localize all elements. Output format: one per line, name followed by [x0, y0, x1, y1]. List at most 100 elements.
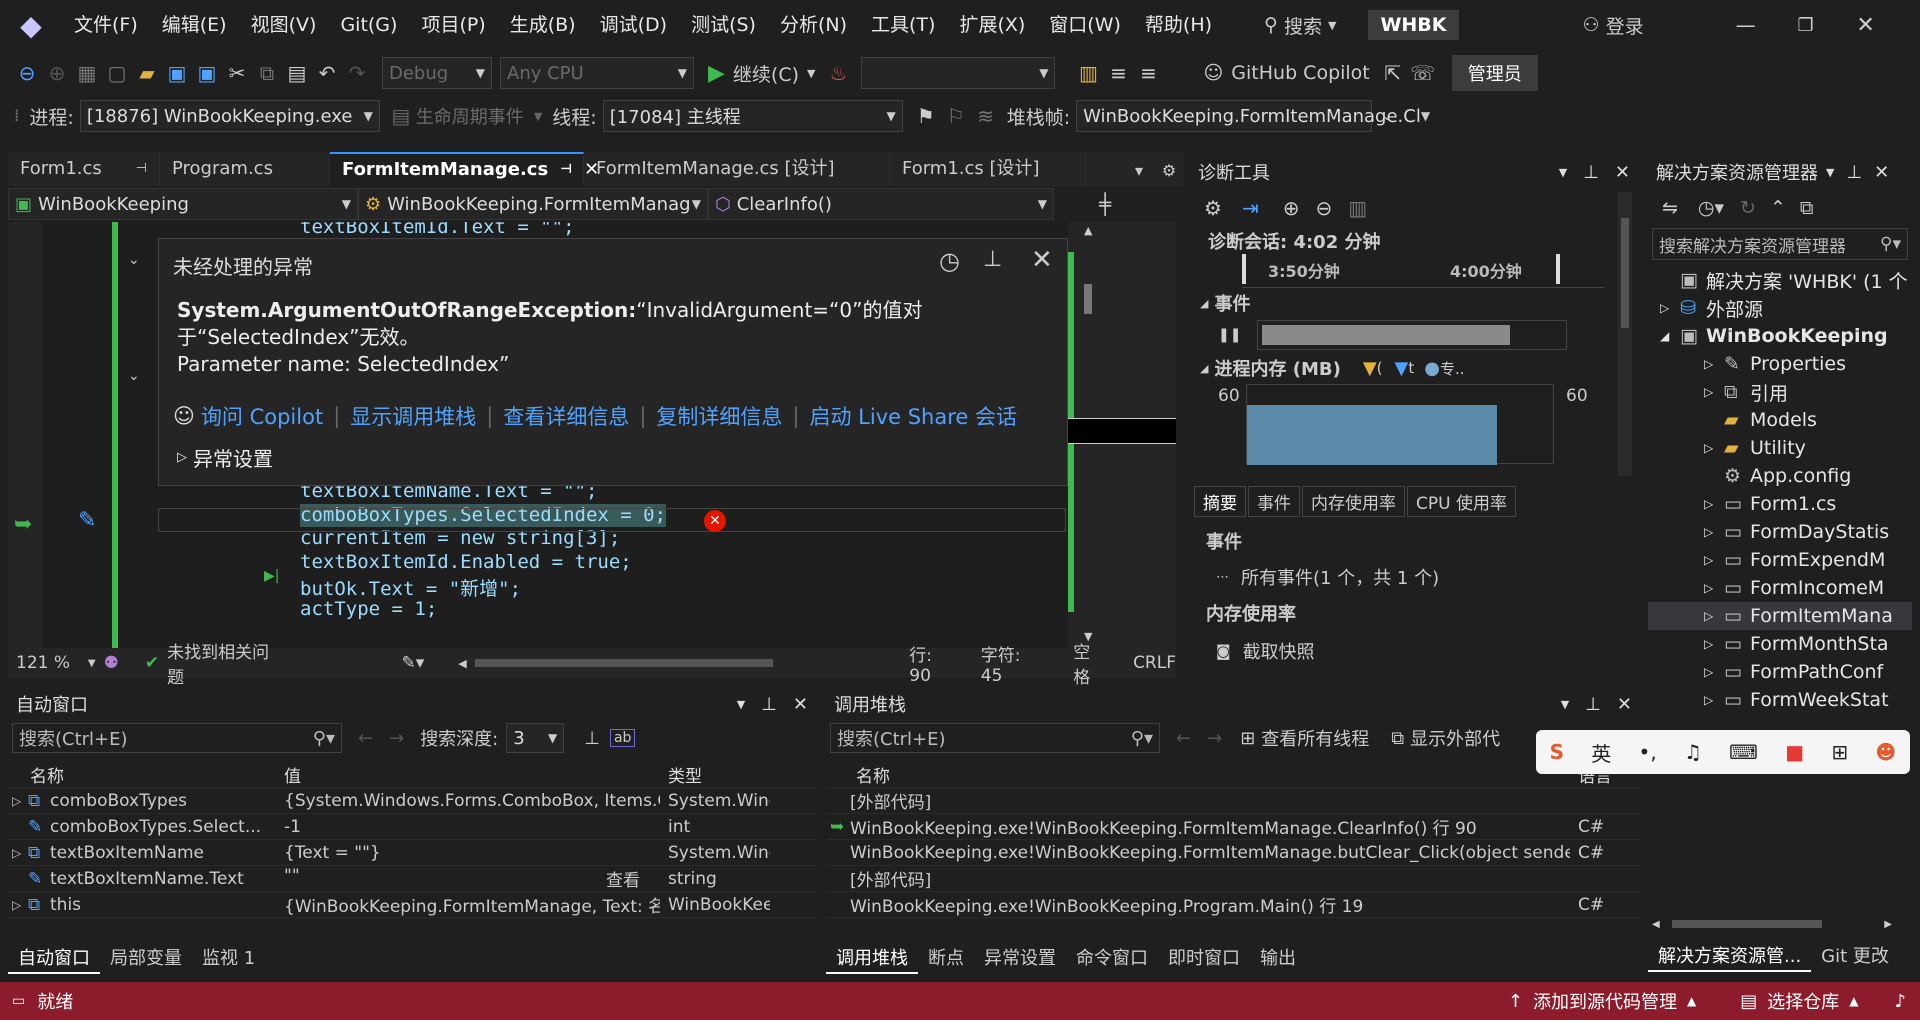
navigate-back-icon[interactable]: ⊖	[12, 57, 42, 89]
menu-item[interactable]: 窗口(W)	[1037, 0, 1133, 50]
expand-arrow-icon[interactable]: ▷	[1704, 693, 1724, 707]
hex-display-icon[interactable]: ab	[609, 729, 636, 747]
expand-arrow-icon[interactable]: ◢	[1660, 329, 1680, 343]
solution-search-input[interactable]: 搜索解决方案资源管理器 ⚲▾	[1652, 228, 1908, 260]
menu-item[interactable]: 分析(N)	[768, 0, 859, 50]
ask-copilot-link[interactable]: 询问 Copilot	[201, 401, 323, 431]
pause-icon[interactable]: ❚❚	[1218, 327, 1241, 343]
show-call-stack-link[interactable]: 显示调用堆栈	[350, 401, 476, 431]
toolbar-overflow-icon[interactable]: ⌄	[1372, 100, 1402, 132]
table-row[interactable]: ➥ WinBookKeeping.exe!WinBookKeeping.FormI…	[826, 814, 1640, 840]
stack-frame-select[interactable]: WinBookKeeping.FormItemManage.Cl ▼	[1076, 100, 1430, 132]
chevron-down-icon[interactable]: ▼	[737, 698, 745, 711]
copy-icon[interactable]: ⧉	[1800, 197, 1814, 219]
expand-arrow-icon[interactable]: ▷	[8, 794, 28, 808]
tree-item[interactable]: ▷ ▰ Utility	[1648, 434, 1912, 462]
chevron-down-icon[interactable]: ▼	[1826, 166, 1834, 179]
solution-hscroll[interactable]: ◀ ▶	[1652, 918, 1892, 930]
tree-item[interactable]: ▷ ⧉ 引用	[1648, 378, 1912, 406]
pin-icon[interactable]: ⊥	[1846, 162, 1862, 183]
collapse-all-icon[interactable]: ⌃	[1770, 197, 1786, 219]
github-copilot-button[interactable]: ☺ GitHub Copilot	[1203, 62, 1369, 84]
expand-arrow-icon[interactable]: ▷	[1704, 525, 1724, 539]
search-depth-select[interactable]: 3 ▼	[506, 723, 565, 753]
call-stack-tab[interactable]: 断点	[918, 944, 974, 974]
collapse-arrow-icon[interactable]: ⌄	[128, 368, 140, 384]
zoom-select[interactable]: 121 % ▼	[8, 653, 104, 673]
platform-select[interactable]: Any CPU ▼	[500, 57, 694, 89]
autos-tab[interactable]: 自动窗口	[8, 944, 100, 974]
solution-explorer-icon[interactable]: ▥	[1073, 57, 1103, 89]
menu-item[interactable]: 视图(V)	[239, 0, 329, 50]
save-all-icon[interactable]: ▣	[192, 57, 222, 89]
diag-vscroll[interactable]	[1618, 192, 1632, 476]
view-button[interactable]: 查看	[606, 866, 640, 891]
punctuation-icon[interactable]: •,	[1639, 740, 1657, 764]
member-select[interactable]: ⬡ ClearInfo() ▼	[708, 188, 1054, 220]
close-popup-button[interactable]: ✕	[1031, 245, 1053, 275]
lifecycle-events-icon[interactable]: ▤	[386, 100, 416, 132]
call-stack-tab[interactable]: 输出	[1250, 944, 1306, 974]
save-icon[interactable]: ▣	[162, 57, 192, 89]
microphone-icon[interactable]: ♫	[1684, 740, 1702, 764]
call-stack-search-input[interactable]: 搜索(Ctrl+E) ⚲▾	[830, 723, 1160, 753]
ime-language-toggle[interactable]: 英	[1591, 738, 1611, 767]
keyboard-icon[interactable]: ⌨	[1729, 740, 1758, 764]
horizontal-scrollbar[interactable]	[474, 659, 774, 667]
show-threads-icon[interactable]: ≋	[971, 100, 1001, 132]
flag-thread-icon[interactable]: ⚐	[941, 100, 971, 132]
pin-icon[interactable]: ⊥	[761, 694, 777, 715]
notifications-icon[interactable]: ♪	[1895, 991, 1907, 1012]
chevron-down-icon[interactable]: ▼	[1559, 166, 1567, 179]
expand-arrow-icon[interactable]: ▷	[1704, 385, 1724, 399]
toolbox-icon[interactable]: ⊞	[1831, 740, 1848, 764]
copy-details-link[interactable]: 复制详细信息	[656, 401, 782, 431]
expand-arrow-icon[interactable]: ▷	[1704, 665, 1724, 679]
class-select[interactable]: ⚙ WinBookKeeping.FormItemManag ▼	[358, 188, 708, 220]
new-project-icon[interactable]: ▦	[72, 57, 102, 89]
menu-item[interactable]: 项目(P)	[409, 0, 497, 50]
autos-search-input[interactable]: 搜索(Ctrl+E) ⚲▾	[12, 723, 342, 753]
tree-item[interactable]: ▷ ▭ Form1.cs	[1648, 490, 1912, 518]
diag-tab[interactable]: 事件	[1248, 486, 1300, 517]
export-icon[interactable]: ⇥	[1242, 196, 1259, 220]
pin-icon[interactable]: ⊥	[1583, 162, 1599, 183]
search-next-icon[interactable]: →	[389, 728, 404, 749]
menu-item[interactable]: 帮助(H)	[1133, 0, 1224, 50]
call-stack-tab[interactable]: 调用堆栈	[826, 944, 918, 974]
expand-arrow-icon[interactable]: ▷	[8, 898, 28, 912]
flag-icon[interactable]: ⚑	[911, 100, 941, 132]
continue-button[interactable]: ▶ 继续(C) ▼	[708, 60, 815, 87]
events-section-header[interactable]: ◢ 事件	[1190, 288, 1638, 318]
menu-item[interactable]: 调试(D)	[588, 0, 679, 50]
diag-tab[interactable]: 内存使用率	[1302, 486, 1405, 517]
pin-icon[interactable]: ⊥	[983, 247, 1002, 272]
process-select[interactable]: [18876] WinBookKeeping.exe ▼	[79, 100, 380, 132]
expand-arrow-icon[interactable]: ▷	[1704, 357, 1724, 371]
copy-icon[interactable]: ⧉	[252, 57, 282, 89]
close-panel-icon[interactable]: ✕	[1615, 162, 1630, 183]
diag-tab[interactable]: CPU 使用率	[1407, 486, 1516, 517]
restore-button[interactable]: ❐	[1776, 15, 1836, 36]
menu-item[interactable]: 编辑(E)	[150, 0, 239, 50]
add-to-source-control-button[interactable]: 添加到源代码管理	[1533, 988, 1677, 1014]
cleanup-brush-icon[interactable]: ✎▾	[402, 653, 425, 673]
feedback-icon[interactable]: ☏	[1408, 57, 1438, 89]
expand-arrow-icon[interactable]: ▷	[1704, 581, 1724, 595]
share-icon[interactable]: ⇱	[1378, 57, 1408, 89]
history-icon[interactable]: ◷	[939, 247, 960, 275]
collapse-arrow-icon[interactable]: ⌄	[128, 252, 140, 268]
select-repository-button[interactable]: 选择仓库	[1767, 988, 1839, 1014]
lifecycle-events-button[interactable]: 生命周期事件	[416, 103, 524, 129]
tab-git-changes[interactable]: Git 更改	[1811, 942, 1899, 972]
zoom-in-icon[interactable]: ⊕	[1283, 196, 1300, 220]
hot-reload-icon[interactable]: ♨	[823, 57, 853, 89]
pin-to-source-icon[interactable]: ⊥	[584, 728, 600, 749]
view-details-link[interactable]: 查看详细信息	[503, 401, 629, 431]
scroll-up-arrow-icon[interactable]: ▲	[1084, 224, 1092, 237]
table-row[interactable]: ▷ ⧉ this {WinBookKeeping.FormItemManage, Te…	[8, 892, 816, 918]
pin-icon[interactable]: ⊣	[560, 153, 572, 187]
table-row[interactable]: ▷ ⧉ comboBoxTypes {System.Windows.Forms.Com…	[8, 788, 816, 814]
tree-item[interactable]: ▷ ▭ FormExpendM	[1648, 546, 1912, 574]
add-item-icon[interactable]: ▢	[102, 57, 132, 89]
